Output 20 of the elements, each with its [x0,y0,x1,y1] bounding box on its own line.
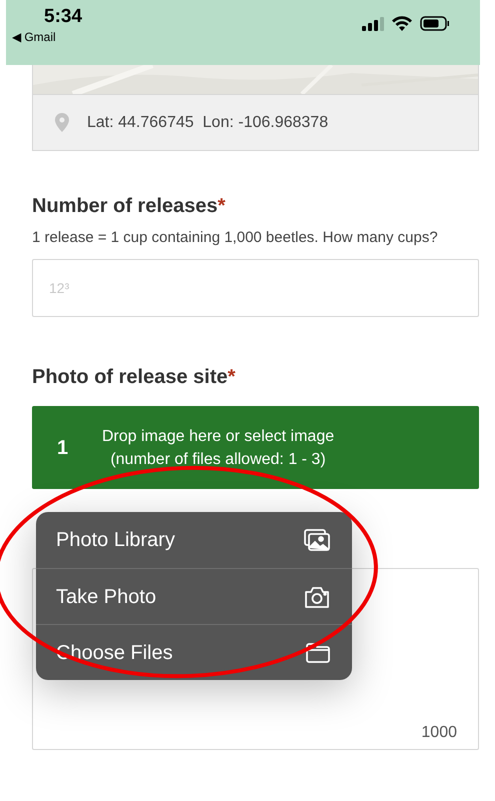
clock-time: 5:34 [44,6,82,28]
wifi-icon [392,16,412,31]
field-label: Photo of release site* [32,365,236,390]
coordinates-text: Lat: 44.766745 Lon: -106.968378 [87,112,328,132]
menu-item[interactable]: Take Photo [36,568,352,624]
folder-icon [306,642,330,662]
field-hint: 1 release = 1 cup containing 1,000 beetles. How many cups? [32,228,439,248]
field-label: Number of releases* [32,194,226,219]
file-count: 1 [57,436,70,460]
file-limit-text: (number of files allowed: 1 - 3) [110,450,326,470]
signal-icon [362,16,384,30]
back-link[interactable]: ◀ Gmail [12,28,82,46]
camera-icon [304,586,330,608]
drop-instruction: Drop image here or select image [102,426,334,446]
battery-icon [420,16,450,31]
image-drop-zone[interactable]: 1 Drop image here or select image (number of files allowed: 1 - 3) [32,406,479,489]
menu-item[interactable]: Photo Library [36,512,352,568]
character-counter: 1000 [421,723,457,743]
photos-icon [304,529,330,551]
map-pin-icon [55,113,69,132]
